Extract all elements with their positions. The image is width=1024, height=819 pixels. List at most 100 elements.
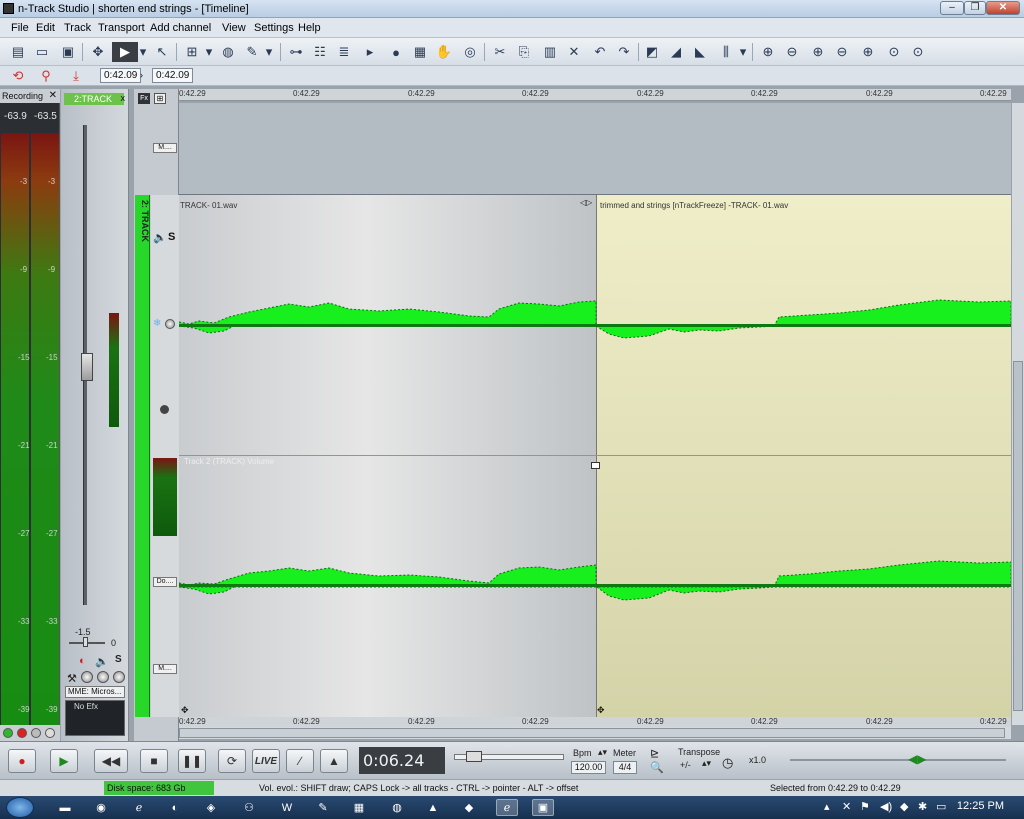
zoom-in-icon[interactable]: ⊕ bbox=[758, 42, 778, 62]
fx-button[interactable]: Fx bbox=[138, 93, 150, 104]
resolution-icon[interactable]: ⊵ bbox=[650, 747, 659, 760]
menu-file[interactable]: File bbox=[11, 22, 29, 34]
bpm-up-down-icon[interactable]: ▴▾ bbox=[598, 747, 607, 758]
photo-icon[interactable]: ▦ bbox=[348, 799, 370, 816]
stop-button[interactable]: ■ bbox=[140, 749, 168, 773]
input-device-select[interactable]: MME: Micros... bbox=[65, 686, 125, 698]
record-arm-icon[interactable] bbox=[17, 728, 27, 738]
save-icon[interactable]: ▣ bbox=[58, 42, 78, 62]
dropdown-arrow-icon[interactable]: ▾ bbox=[204, 42, 214, 62]
speed-slider-knob[interactable]: ◀▶ bbox=[908, 752, 928, 766]
zoom-fit-icon[interactable]: ⊕ bbox=[858, 42, 878, 62]
effects-slot[interactable]: No Efx bbox=[65, 700, 125, 736]
record-button[interactable]: ● bbox=[8, 749, 36, 773]
track-record-dot[interactable] bbox=[160, 405, 169, 414]
move-icon[interactable]: ✥ bbox=[88, 42, 108, 62]
delete-icon[interactable]: ✕ bbox=[564, 42, 584, 62]
app-icon-taskbar[interactable]: ◈ bbox=[200, 799, 222, 816]
speaker-icon[interactable]: 🔈 bbox=[153, 231, 167, 244]
firefox-icon[interactable]: ◍ bbox=[386, 799, 408, 816]
loop-button[interactable]: ⟳ bbox=[218, 749, 246, 773]
network-tray-icon[interactable]: ▭ bbox=[936, 800, 946, 813]
clock-icon[interactable]: ◷ bbox=[722, 755, 733, 771]
tray-icon[interactable]: ⚑ bbox=[860, 800, 870, 813]
zoom-selection-icon[interactable]: ⊙ bbox=[884, 42, 904, 62]
track-pan-knob[interactable] bbox=[165, 319, 175, 329]
normalize-icon[interactable]: ◩ bbox=[642, 42, 662, 62]
time-ruler-top[interactable]: 0:42.29 0:42.29 0:42.29 0:42.29 0:42.29 … bbox=[179, 89, 1011, 101]
winamp-icon[interactable]: ◆ bbox=[458, 799, 480, 816]
zoom-out-icon[interactable]: ⊖ bbox=[782, 42, 802, 62]
chrome-icon[interactable]: ◉ bbox=[90, 799, 112, 816]
ntrack-window-icon[interactable]: ▣ bbox=[532, 799, 554, 816]
menu-track[interactable]: Track bbox=[64, 22, 91, 34]
rewind-button[interactable]: ◀◀ bbox=[94, 749, 128, 773]
network-icon[interactable]: ⚇ bbox=[238, 799, 260, 816]
tray-icon[interactable]: ✱ bbox=[918, 800, 927, 813]
monitor-on-icon[interactable] bbox=[3, 728, 13, 738]
channel-close-button[interactable]: x bbox=[121, 93, 126, 103]
zoom-all-icon[interactable]: ⊙ bbox=[908, 42, 928, 62]
loop-record-icon[interactable]: ⟲ bbox=[8, 66, 28, 86]
menu-transport[interactable]: Transport bbox=[98, 22, 145, 34]
settings-dot-icon[interactable] bbox=[45, 728, 55, 738]
open-folder-icon[interactable]: ▭ bbox=[32, 42, 52, 62]
mouse-icon[interactable]: ◍ bbox=[218, 42, 238, 62]
punch-icon[interactable]: ⤓ bbox=[66, 66, 86, 86]
selection-end-field[interactable]: 0:42.09 bbox=[152, 68, 194, 83]
fade-out-icon[interactable]: ◣ bbox=[690, 42, 710, 62]
volume-envelope-line[interactable] bbox=[179, 455, 1011, 456]
ie-window-icon[interactable]: ℯ bbox=[496, 799, 518, 816]
volume-icon[interactable]: ◀) bbox=[880, 800, 892, 813]
pause-button[interactable]: ❚❚ bbox=[178, 749, 206, 773]
mixer-icon[interactable]: ☷ bbox=[310, 42, 330, 62]
piano-roll-icon[interactable]: ▦ bbox=[410, 42, 430, 62]
tray-expand-icon[interactable]: ▴ bbox=[824, 800, 830, 813]
paste-icon[interactable]: ▥ bbox=[540, 42, 560, 62]
tray-icon[interactable]: ◆ bbox=[900, 800, 908, 813]
dropdown-arrow-icon[interactable]: ▾ bbox=[738, 42, 748, 62]
bpm-field[interactable]: 120.00 bbox=[571, 761, 606, 774]
zoom-icon[interactable]: 🔍 bbox=[650, 761, 664, 774]
metronome-button[interactable]: ▲ bbox=[320, 749, 348, 773]
tray-icon[interactable]: ✕ bbox=[842, 800, 851, 813]
list-icon[interactable]: ≣ bbox=[334, 42, 354, 62]
vertical-scrollbar[interactable] bbox=[1011, 103, 1024, 725]
explorer-icon[interactable]: ▬ bbox=[54, 799, 76, 816]
speed-slider-track[interactable] bbox=[790, 759, 1006, 761]
empty-track-mute-button[interactable]: M.... bbox=[153, 143, 177, 153]
recording-meter-close[interactable]: ✕ bbox=[49, 89, 57, 103]
range-select-icon[interactable]: ▶ bbox=[112, 42, 138, 62]
close-button[interactable]: ✕ bbox=[986, 1, 1020, 15]
cd-icon[interactable]: ◎ bbox=[460, 42, 480, 62]
play-region-icon[interactable]: ▸ bbox=[360, 42, 380, 62]
volume-fader-knob[interactable] bbox=[81, 353, 93, 381]
live-button[interactable]: LIVE bbox=[252, 749, 280, 773]
aux-knob-1[interactable] bbox=[81, 671, 93, 683]
media-icon[interactable]: ◐ bbox=[164, 799, 186, 816]
draw-icon[interactable]: ✎ bbox=[242, 42, 262, 62]
word-icon[interactable]: W bbox=[276, 799, 298, 816]
horizontal-scrollbar[interactable] bbox=[179, 727, 1011, 739]
zoom-vertical-icon[interactable]: ⊖ bbox=[832, 42, 852, 62]
record-region-icon[interactable]: ● bbox=[386, 42, 406, 62]
phase-icon[interactable]: ◐ bbox=[79, 655, 86, 667]
pointer-icon[interactable]: ↖ bbox=[152, 42, 172, 62]
mute-speaker-icon[interactable]: 🔈 bbox=[95, 655, 109, 668]
position-slider-knob[interactable] bbox=[466, 751, 482, 762]
solo-button[interactable]: S bbox=[115, 654, 122, 665]
meter-field[interactable]: 4/4 bbox=[613, 761, 637, 774]
undo-icon[interactable]: ↶ bbox=[590, 42, 610, 62]
track-down-button[interactable]: Do.... bbox=[153, 577, 177, 587]
redo-icon[interactable]: ↷ bbox=[614, 42, 634, 62]
copy-icon[interactable]: ⎘ bbox=[514, 42, 534, 62]
aux-knob-3[interactable] bbox=[113, 671, 125, 683]
fade-in-icon[interactable]: ◢ bbox=[666, 42, 686, 62]
ie-icon[interactable]: ℯ bbox=[128, 799, 150, 816]
pan-slider-knob[interactable] bbox=[83, 637, 88, 647]
grid-icon[interactable]: ⊞ bbox=[154, 93, 166, 104]
menu-settings[interactable]: Settings bbox=[254, 22, 294, 34]
horizontal-scrollbar-thumb[interactable] bbox=[179, 728, 1005, 738]
pdf-icon[interactable]: ▲ bbox=[422, 799, 444, 816]
dropdown-arrow-icon[interactable]: ▾ bbox=[264, 42, 274, 62]
